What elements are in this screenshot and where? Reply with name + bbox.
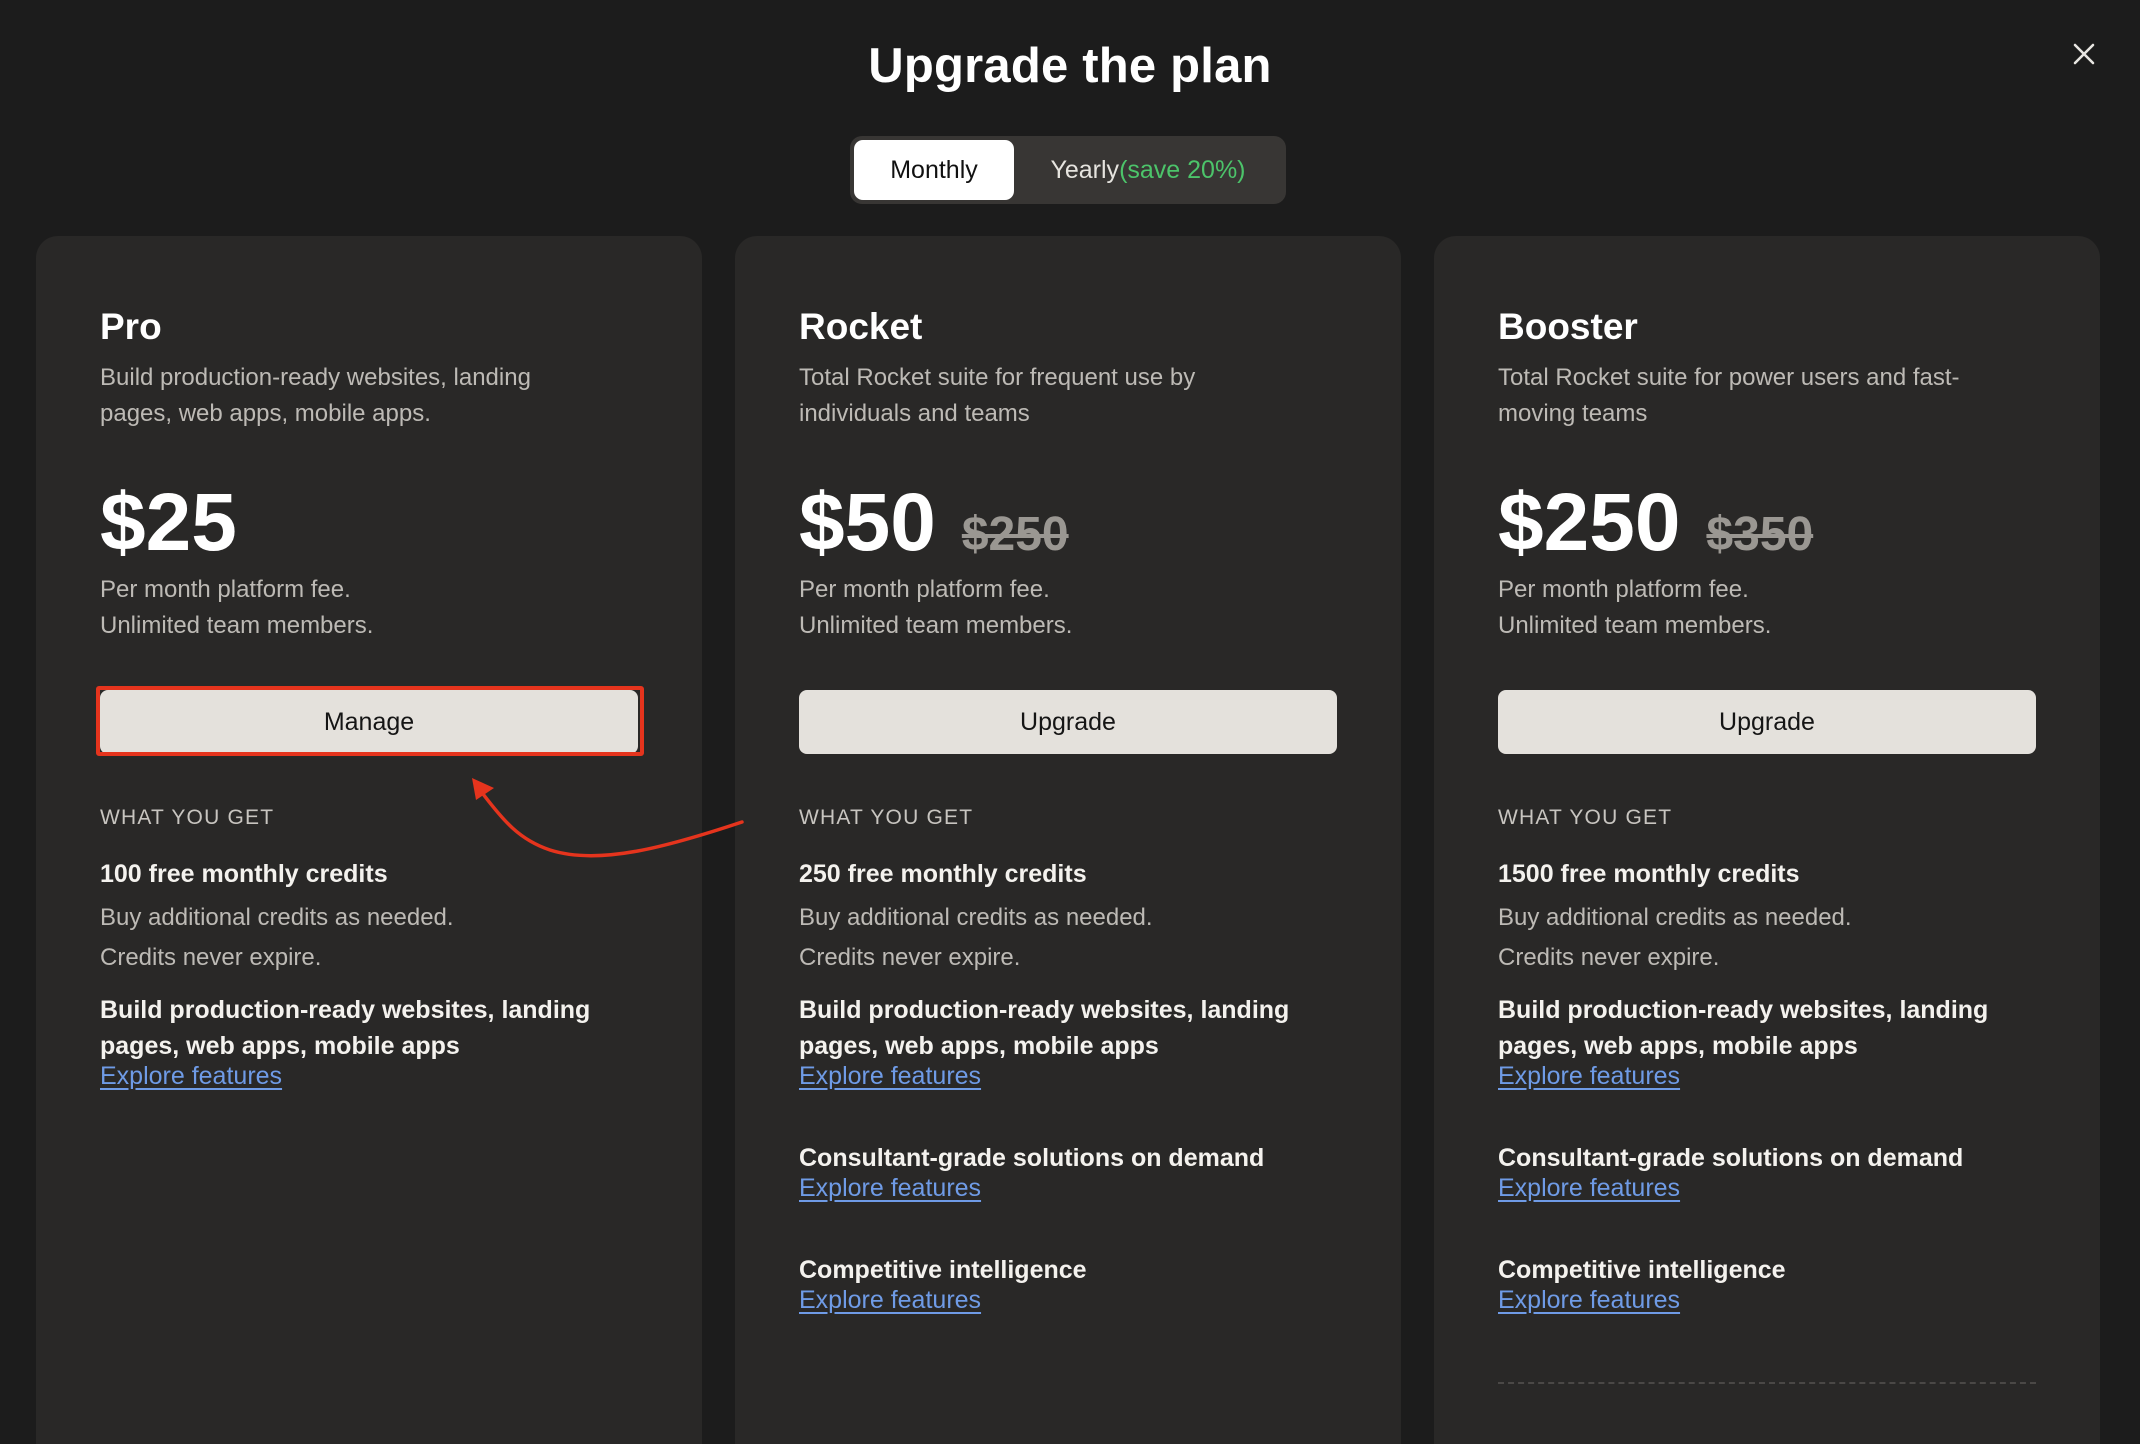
plan-price: $25 [100, 477, 237, 568]
credits-detail: Credits never expire. [100, 944, 322, 971]
credits-detail: Buy additional credits as needed. [100, 904, 454, 931]
price-row: $50 $250 [799, 476, 1069, 570]
credits-detail: Buy additional credits as needed. [1498, 904, 1852, 931]
plan-description: Total Rocket suite for frequent use by i… [799, 364, 1196, 427]
explore-features-link[interactable]: Explore features [1498, 1286, 1680, 1315]
fee-line: Per month platform fee. [100, 576, 351, 603]
section-label: WHAT YOU GET [799, 806, 974, 829]
feature-title: Consultant-grade solutions on demand [799, 1144, 1265, 1172]
explore-features-link[interactable]: Explore features [1498, 1062, 1680, 1091]
upgrade-plan-dialog: Upgrade the plan Monthly Yearly (save 20%… [0, 0, 2140, 1444]
feature-title: Build production-ready websites, landing… [1498, 996, 1989, 1060]
plan-name: Pro [100, 306, 162, 347]
credits-title: 250 free monthly credits [799, 860, 1087, 888]
fee-line: Unlimited team members. [100, 612, 374, 639]
credits-title: 1500 free monthly credits [1498, 860, 1800, 888]
fee-line: Unlimited team members. [799, 612, 1073, 639]
plan-description: Build production-ready websites, landing… [100, 364, 531, 427]
upgrade-button[interactable]: Upgrade [1498, 690, 2036, 754]
billing-option-monthly[interactable]: Monthly [854, 140, 1014, 200]
plan-fee: Per month platform fee. Unlimited team m… [1498, 572, 1771, 644]
explore-features-link[interactable]: Explore features [799, 1062, 981, 1091]
plan-price: $250 [1498, 477, 1681, 568]
billing-toggle: Monthly Yearly (save 20%) [850, 136, 1286, 204]
price-row: $250 $350 [1498, 476, 1813, 570]
plan-card-rocket: Rocket Total Rocket suite for frequent u… [735, 236, 1401, 1444]
plan-old-price: $350 [1706, 508, 1814, 561]
feature-title: Build production-ready websites, landing… [799, 996, 1290, 1060]
dashed-divider [1498, 1382, 2036, 1384]
page-title: Upgrade the plan [868, 39, 1272, 93]
fee-line: Per month platform fee. [799, 576, 1050, 603]
section-label: WHAT YOU GET [100, 806, 275, 829]
fee-line: Unlimited team members. [1498, 612, 1772, 639]
close-icon[interactable] [2064, 34, 2104, 74]
annotation-highlight-box [96, 686, 644, 756]
explore-features-link[interactable]: Explore features [799, 1286, 981, 1315]
yearly-savings-label: (save 20%) [1119, 155, 1246, 184]
plan-description: Total Rocket suite for power users and f… [1498, 364, 1960, 427]
plan-price: $50 [799, 477, 936, 568]
feature-title: Competitive intelligence [1498, 1256, 1786, 1284]
credits-detail: Buy additional credits as needed. [799, 904, 1153, 931]
plan-name: Rocket [799, 306, 923, 347]
feature-title: Competitive intelligence [799, 1256, 1087, 1284]
yearly-label: Yearly [1050, 155, 1120, 184]
plan-card-booster: Booster Total Rocket suite for power use… [1434, 236, 2100, 1444]
feature-title: Consultant-grade solutions on demand [1498, 1144, 1964, 1172]
credits-detail: Credits never expire. [799, 944, 1021, 971]
price-row: $25 [100, 476, 237, 570]
annotation-arrow-icon [472, 778, 744, 858]
section-label: WHAT YOU GET [1498, 806, 1673, 829]
plan-fee: Per month platform fee. Unlimited team m… [799, 572, 1072, 644]
explore-features-link[interactable]: Explore features [799, 1174, 981, 1203]
fee-line: Per month platform fee. [1498, 576, 1749, 603]
upgrade-button[interactable]: Upgrade [799, 690, 1337, 754]
plan-old-price: $250 [961, 508, 1069, 561]
explore-features-link[interactable]: Explore features [1498, 1174, 1680, 1203]
explore-features-link[interactable]: Explore features [100, 1062, 282, 1091]
monthly-label: Monthly [890, 155, 978, 184]
credits-detail: Credits never expire. [1498, 944, 1720, 971]
feature-title: Build production-ready websites, landing… [100, 996, 591, 1060]
plan-name: Booster [1498, 306, 1638, 347]
billing-option-yearly[interactable]: Yearly (save 20%) [1014, 140, 1282, 200]
plan-fee: Per month platform fee. Unlimited team m… [100, 572, 373, 644]
